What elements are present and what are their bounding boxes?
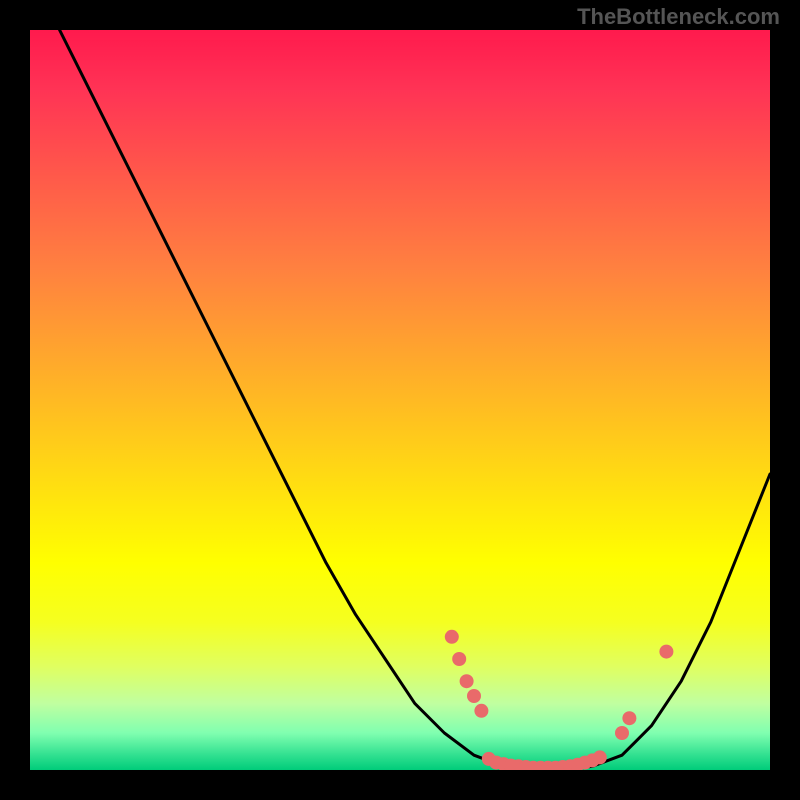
watermark-text: TheBottleneck.com <box>577 4 780 30</box>
curve-line <box>60 30 770 770</box>
chart-plot-area <box>30 30 770 770</box>
data-markers <box>445 630 674 770</box>
chart-svg <box>30 30 770 770</box>
